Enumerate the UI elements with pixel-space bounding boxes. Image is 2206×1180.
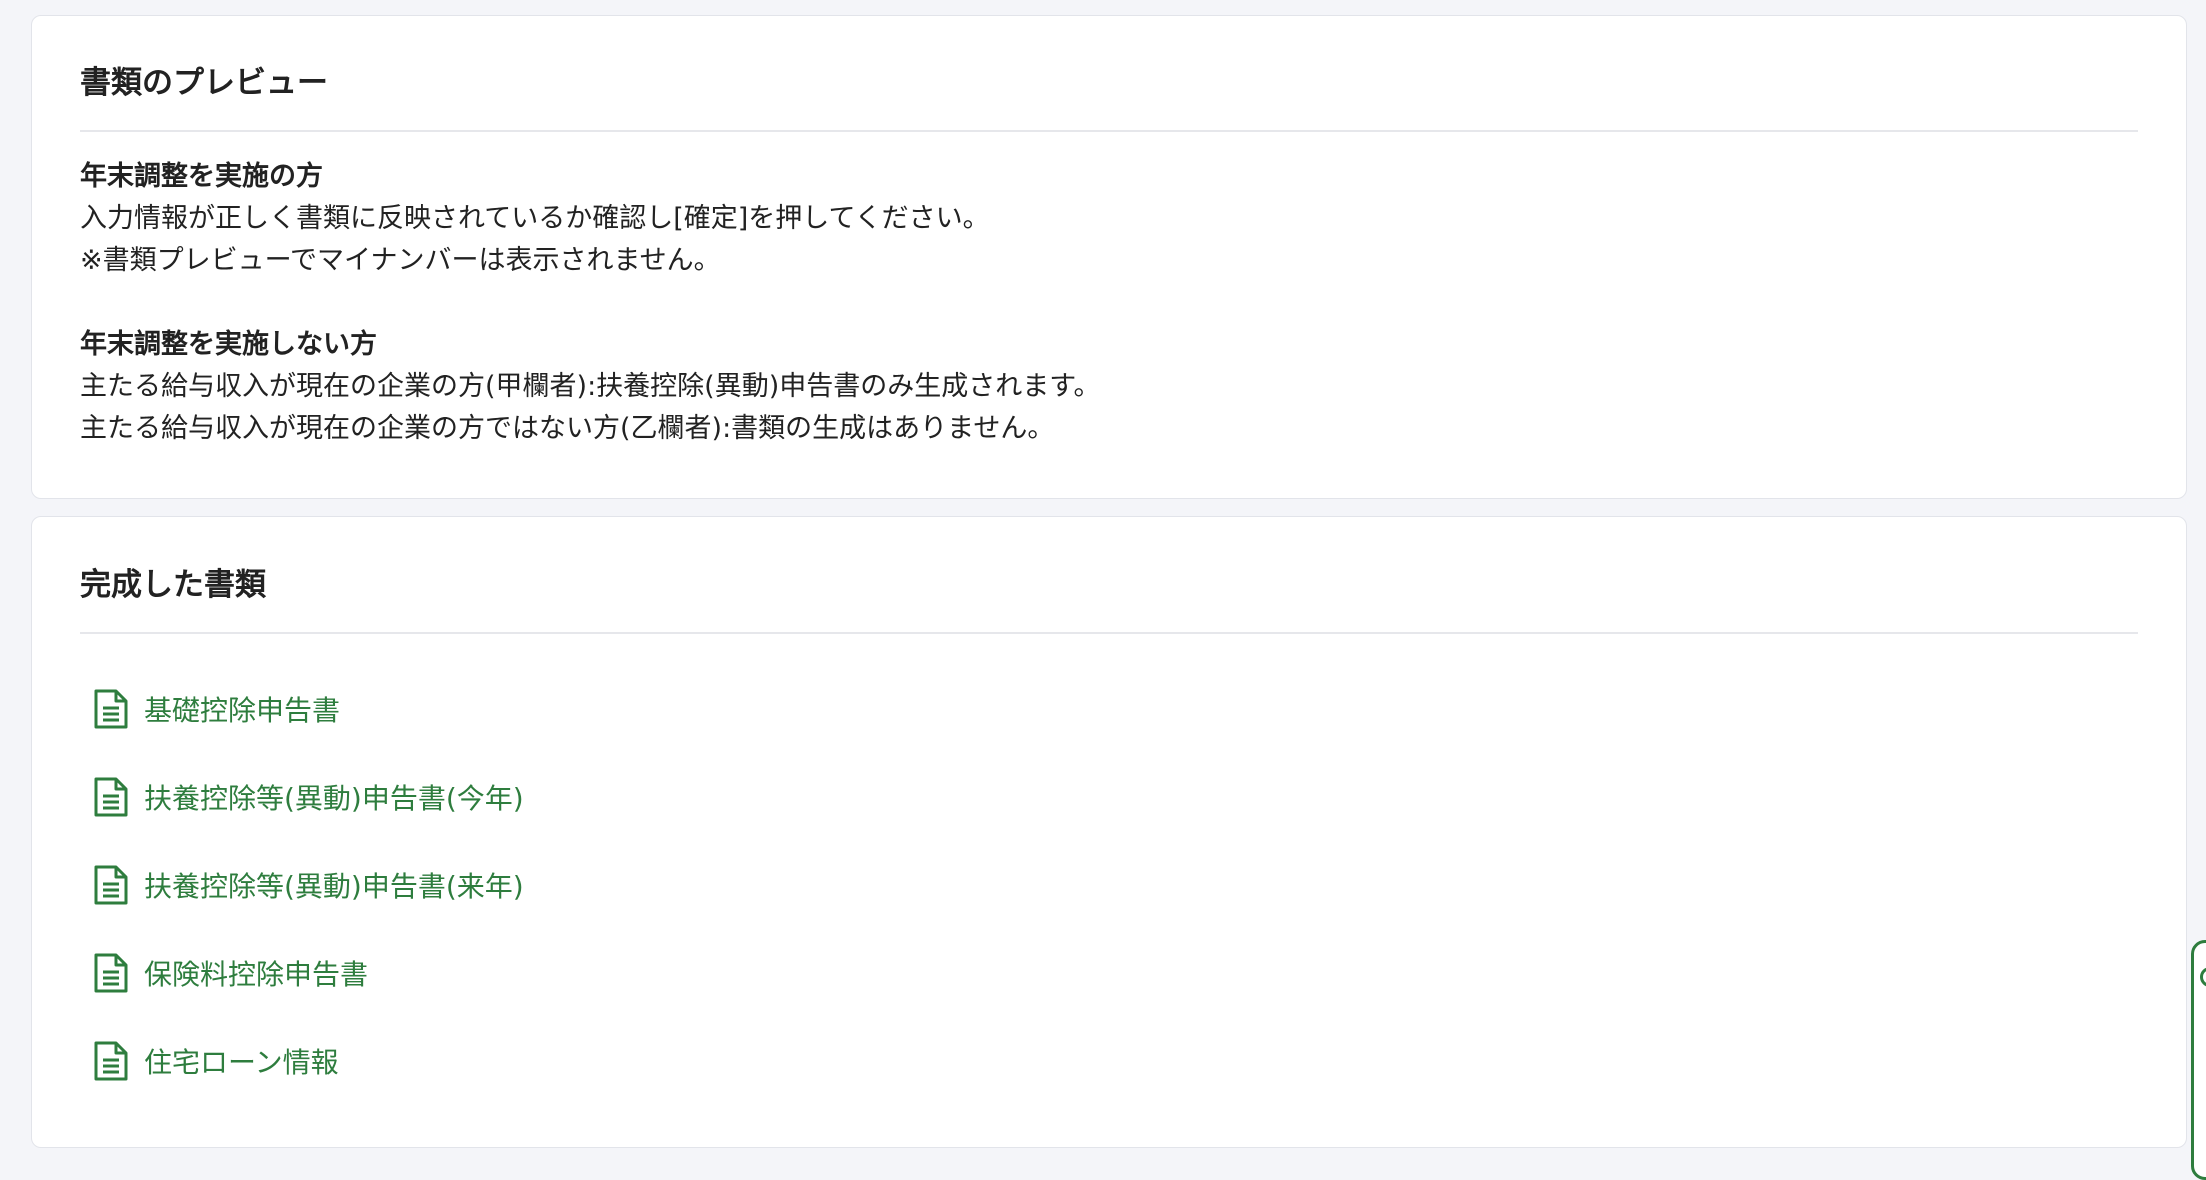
document-link-label[interactable]: 基礎控除申告書 [144, 689, 340, 729]
document-link-insurance-deduction[interactable]: 保険料控除申告書 [80, 929, 524, 1017]
document-link-dependent-next-year[interactable]: 扶養控除等(異動)申告書(来年) [80, 841, 524, 929]
preview-divider [80, 130, 2138, 132]
side-help-tab[interactable] [2191, 940, 2206, 1180]
do-adjustment-heading: 年末調整を実施の方 [80, 161, 323, 192]
preview-title: 書類のプレビュー [80, 65, 328, 101]
no-adjustment-section: 年末調整を実施しない方 主たる給与収入が現在の企業の方(甲欄者):扶養控除(異動… [80, 324, 1101, 450]
no-adjustment-line-1: 主たる給与収入が現在の企業の方(甲欄者):扶養控除(異動)申告書のみ生成されます… [80, 371, 1101, 402]
document-icon [94, 865, 128, 905]
document-icon [94, 777, 128, 817]
document-link-label[interactable]: 保険料控除申告書 [144, 953, 368, 993]
completed-documents-title: 完成した書類 [80, 567, 266, 603]
document-link-dependent-this-year[interactable]: 扶養控除等(異動)申告書(今年) [80, 753, 524, 841]
preview-card: 書類のプレビュー 年末調整を実施の方 入力情報が正しく書類に反映されているか確認… [31, 15, 2187, 499]
document-link-label[interactable]: 扶養控除等(異動)申告書(来年) [144, 865, 524, 905]
document-icon [94, 1041, 128, 1081]
do-adjustment-line-2: ※書類プレビューでマイナンバーは表示されません。 [80, 245, 721, 276]
no-adjustment-heading: 年末調整を実施しない方 [80, 329, 377, 360]
do-adjustment-line-1: 入力情報が正しく書類に反映されているか確認し[確定]を押してください。 [80, 203, 990, 234]
document-icon [94, 953, 128, 993]
document-icon [94, 689, 128, 729]
document-link-label[interactable]: 扶養控除等(異動)申告書(今年) [144, 777, 524, 817]
document-link-basic-deduction[interactable]: 基礎控除申告書 [80, 665, 524, 753]
completed-documents-divider [80, 632, 2138, 634]
document-link-housing-loan[interactable]: 住宅ローン情報 [80, 1017, 524, 1105]
completed-documents-card: 完成した書類 基礎控除申告書 扶養控除等(異動)申告書(今年) 扶養控除等(異動… [31, 516, 2187, 1148]
document-link-label[interactable]: 住宅ローン情報 [144, 1041, 339, 1081]
do-adjustment-section: 年末調整を実施の方 入力情報が正しく書類に反映されているか確認し[確定]を押して… [80, 156, 990, 282]
no-adjustment-line-2: 主たる給与収入が現在の企業の方ではない方(乙欄者):書類の生成はありません。 [80, 413, 1055, 444]
help-chat-icon [2200, 967, 2206, 987]
document-list: 基礎控除申告書 扶養控除等(異動)申告書(今年) 扶養控除等(異動)申告書(来年… [80, 665, 524, 1105]
